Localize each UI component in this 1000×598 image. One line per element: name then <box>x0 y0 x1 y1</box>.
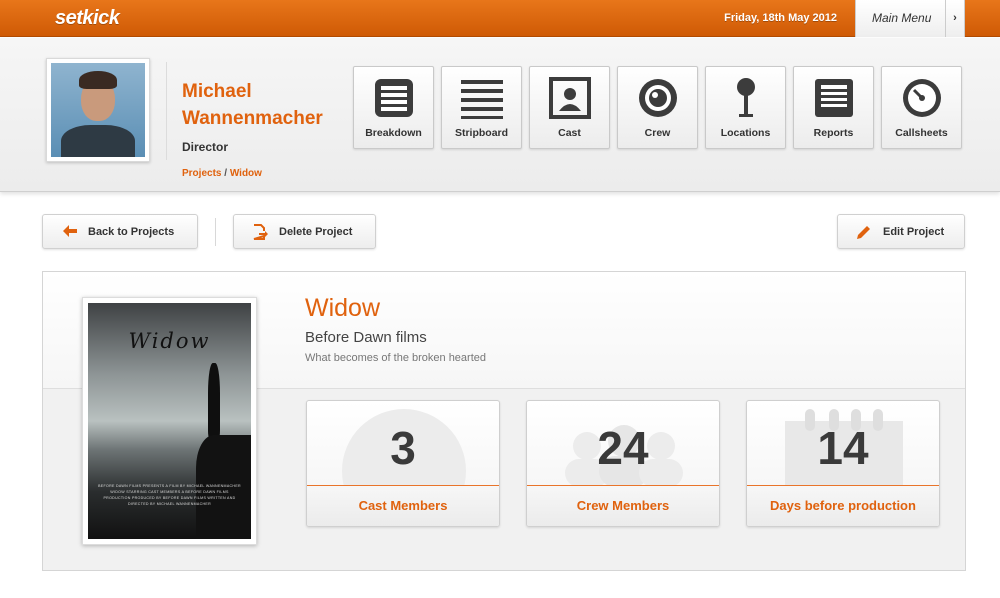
nav-tile-crew[interactable]: Crew <box>617 66 698 149</box>
nav-tile-callsheets[interactable]: Callsheets <box>881 66 962 149</box>
back-to-projects-label: Back to Projects <box>88 226 175 238</box>
chevron-right-icon: › <box>953 12 957 24</box>
project-company: Before Dawn films <box>305 329 427 346</box>
breakdown-icon <box>375 79 413 117</box>
stat-crew-members[interactable]: 24 Crew Members <box>526 400 720 527</box>
edit-project-label: Edit Project <box>883 226 945 238</box>
delete-project-button[interactable]: Delete Project <box>233 214 376 249</box>
user-role: Director <box>182 140 229 154</box>
stat-label: Crew Members <box>576 498 670 513</box>
stat-value: 14 <box>817 422 869 474</box>
breadcrumb-current[interactable]: Widow <box>230 168 262 179</box>
nav-tile-breakdown[interactable]: Breakdown <box>353 66 434 149</box>
nav-tile-label: Stripboard <box>454 127 509 139</box>
stat-label: Days before production <box>770 498 916 513</box>
main-menu-arrow-button[interactable]: › <box>945 0 965 37</box>
nav-tile-label: Reports <box>813 127 854 139</box>
nav-tile-label: Cast <box>558 127 581 139</box>
module-nav: Breakdown Stripboard Cast Crew Locations… <box>353 66 962 149</box>
nav-tile-label: Locations <box>720 127 771 139</box>
nav-tile-label: Breakdown <box>365 127 422 139</box>
avatar <box>46 58 150 162</box>
reports-icon <box>815 79 853 117</box>
nav-tile-reports[interactable]: Reports <box>793 66 874 149</box>
button-divider <box>215 218 216 246</box>
breadcrumb: Projects / Widow <box>182 168 262 179</box>
cast-icon <box>549 77 591 119</box>
delete-project-label: Delete Project <box>279 226 353 238</box>
stat-label: Cast Members <box>358 498 448 513</box>
delete-document-icon <box>253 224 268 240</box>
callsheets-icon <box>903 79 941 117</box>
stat-days-before-production[interactable]: 14 Days before production <box>746 400 940 527</box>
pencil-icon <box>857 226 870 239</box>
stripboard-icon <box>461 80 503 119</box>
back-to-projects-button[interactable]: Back to Projects <box>42 214 198 249</box>
breadcrumb-projects-link[interactable]: Projects <box>182 168 221 179</box>
project-tagline: What becomes of the broken hearted <box>305 352 486 364</box>
poster-title: Widow <box>128 329 211 353</box>
project-panel: Widow Before Dawn films What becomes of … <box>42 271 966 571</box>
top-bar: setkick Friday, 18th May 2012 <box>0 0 1000 37</box>
current-date: Friday, 18th May 2012 <box>724 12 837 24</box>
stat-cast-members[interactable]: 3 Cast Members <box>306 400 500 527</box>
nav-tile-label: Callsheets <box>895 127 948 139</box>
project-poster[interactable]: Widow BEFORE DAWN FILMS PRESENTS A FILM … <box>82 297 257 545</box>
edit-project-button[interactable]: Edit Project <box>837 214 965 249</box>
nav-tile-stripboard[interactable]: Stripboard <box>441 66 522 149</box>
poster-credits: BEFORE DAWN FILMS PRESENTS A FILM BY MIC… <box>98 484 241 506</box>
avatar-photo <box>51 63 145 157</box>
poster-image: Widow BEFORE DAWN FILMS PRESENTS A FILM … <box>88 303 251 539</box>
stat-value: 24 <box>597 422 649 474</box>
nav-tile-label: Crew <box>644 127 671 139</box>
main-menu-button[interactable]: Main Menu <box>855 0 945 37</box>
nav-tile-cast[interactable]: Cast <box>529 66 610 149</box>
breadcrumb-separator: / <box>224 168 228 179</box>
locations-icon <box>737 78 755 117</box>
app-logo[interactable]: setkick <box>55 7 120 30</box>
arrow-left-icon <box>63 225 77 237</box>
profile-header: Michael Wannenmacher Director Projects /… <box>0 38 1000 192</box>
crew-icon <box>639 79 677 117</box>
stat-value: 3 <box>390 422 416 474</box>
user-name: Michael Wannenmacher <box>182 81 323 129</box>
project-title: Widow <box>305 294 381 322</box>
divider <box>166 62 167 160</box>
nav-tile-locations[interactable]: Locations <box>705 66 786 149</box>
